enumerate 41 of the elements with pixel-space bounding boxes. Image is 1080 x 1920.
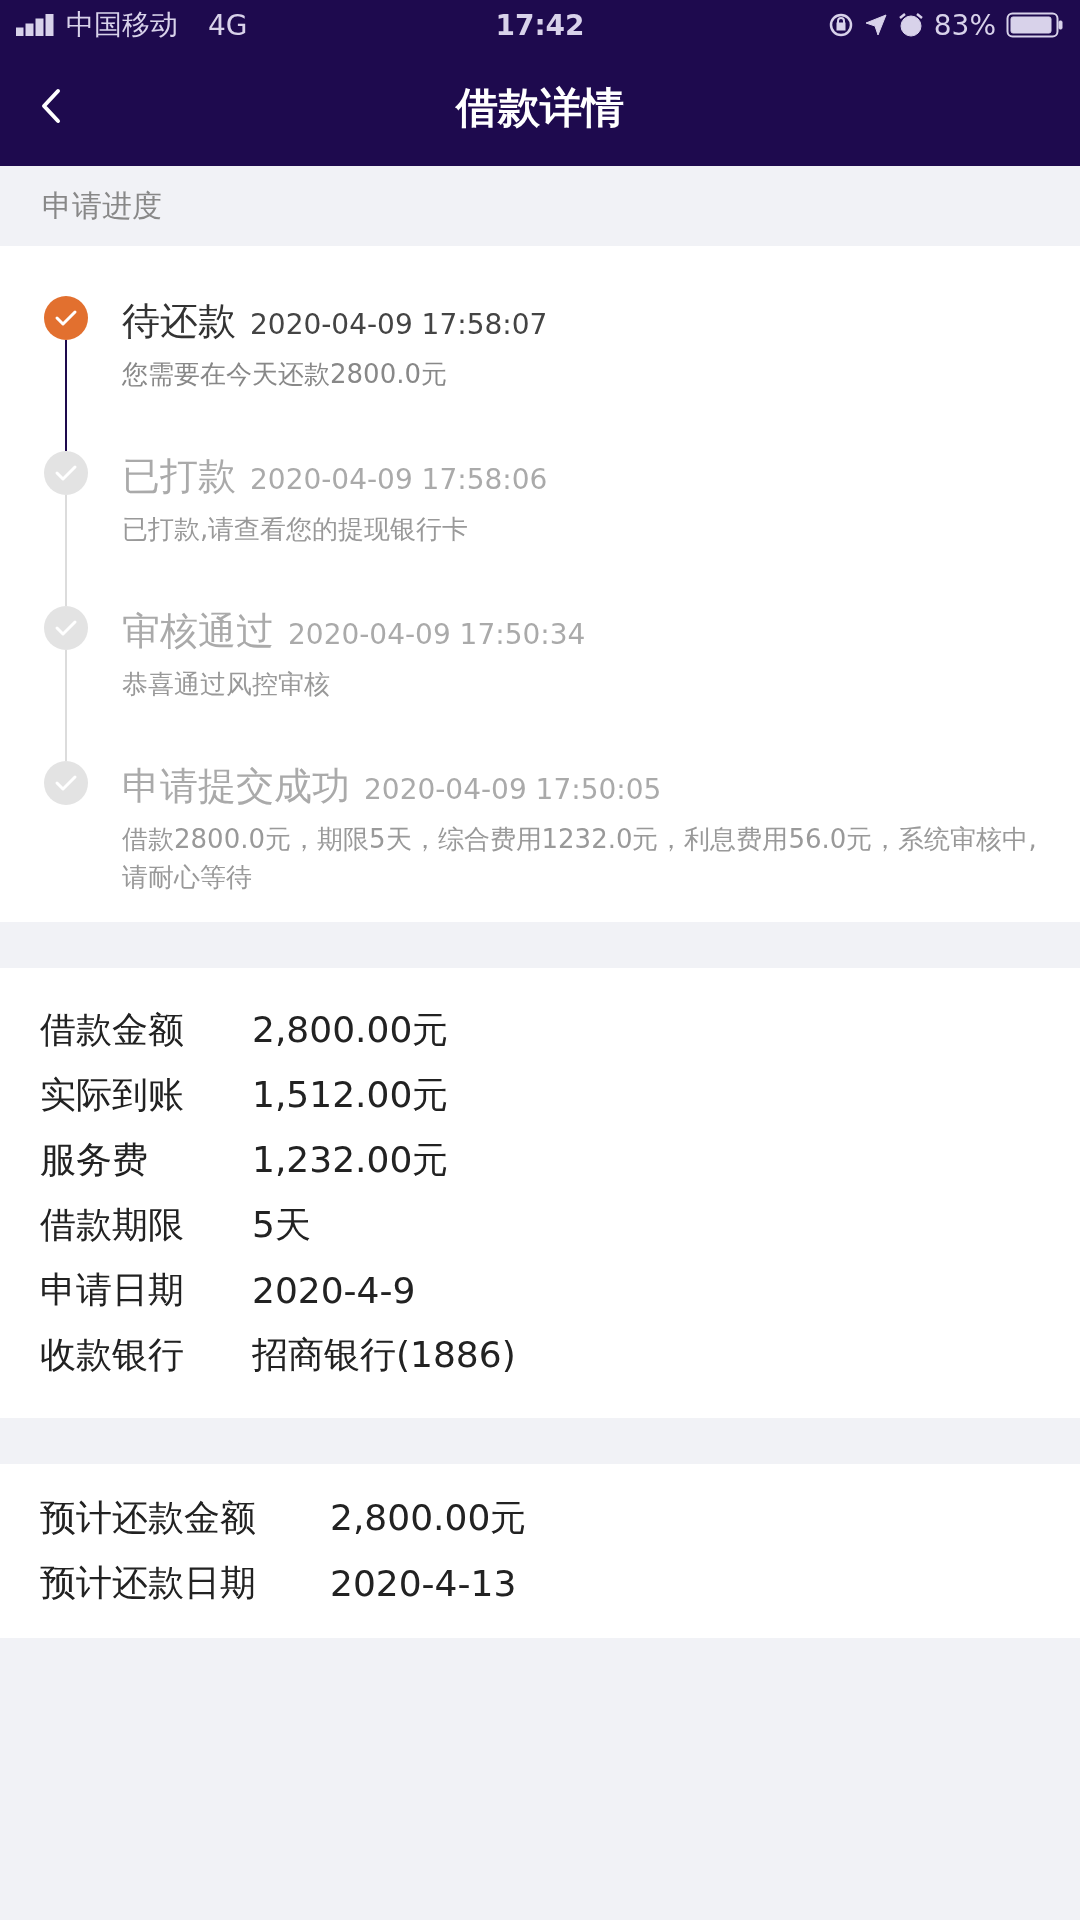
field-value: 2,800.00元 xyxy=(330,1496,527,1540)
battery-icon xyxy=(1006,12,1064,38)
step-time: 2020-04-09 17:50:05 xyxy=(364,773,662,806)
field-value: 5天 xyxy=(252,1203,311,1247)
step-title: 已打款 xyxy=(122,453,236,500)
section-heading: 申请进度 xyxy=(42,186,162,225)
status-time: 17:42 xyxy=(495,8,585,42)
network-type: 4G xyxy=(208,8,248,42)
location-icon xyxy=(863,13,888,37)
step-time: 2020-04-09 17:50:34 xyxy=(288,618,586,651)
step-time: 2020-04-09 17:58:07 xyxy=(250,308,548,341)
step-note: 已打款,请查看您的提现银行卡 xyxy=(122,513,470,546)
page-title: 借款详情 xyxy=(456,82,624,134)
field-value: 1,512.00元 xyxy=(252,1073,449,1117)
back-icon xyxy=(40,88,62,124)
field-value: 招商银行(1886) xyxy=(252,1333,516,1377)
carrier-name: 中国移动 xyxy=(66,7,178,43)
field-value: 2020-4-9 xyxy=(252,1270,416,1311)
field-label: 借款期限 xyxy=(40,1203,185,1247)
step-title: 待还款 xyxy=(122,298,236,345)
field-label: 借款金额 xyxy=(40,1008,185,1052)
field-label: 预计还款金额 xyxy=(40,1496,257,1540)
field-label: 收款银行 xyxy=(40,1333,185,1377)
field-value: 2020-4-13 xyxy=(330,1563,517,1604)
step-note: 借款2800.0元，期限5天，综合费用1232.0元，利息费用56.0元，系统审核中,请耐心等待 xyxy=(122,823,1038,894)
step-note: 您需要在今天还款2800.0元 xyxy=(122,358,448,391)
battery-percent: 83% xyxy=(933,8,996,42)
step-title: 申请提交成功 xyxy=(122,763,350,810)
field-label: 申请日期 xyxy=(40,1268,185,1312)
back-button[interactable] xyxy=(40,88,62,124)
field-label: 实际到账 xyxy=(40,1073,185,1117)
field-value: 1,232.00元 xyxy=(252,1138,449,1182)
field-label: 服务费 xyxy=(40,1138,149,1182)
signal-icon xyxy=(16,14,56,36)
alarm-icon xyxy=(897,12,924,38)
field-value: 2,800.00元 xyxy=(252,1008,449,1052)
rotation-lock-icon xyxy=(827,12,854,38)
step-note: 恭喜通过风控审核 xyxy=(122,668,331,701)
field-label: 预计还款日期 xyxy=(40,1561,257,1605)
step-title: 审核通过 xyxy=(122,608,274,655)
step-time: 2020-04-09 17:58:06 xyxy=(250,463,548,496)
